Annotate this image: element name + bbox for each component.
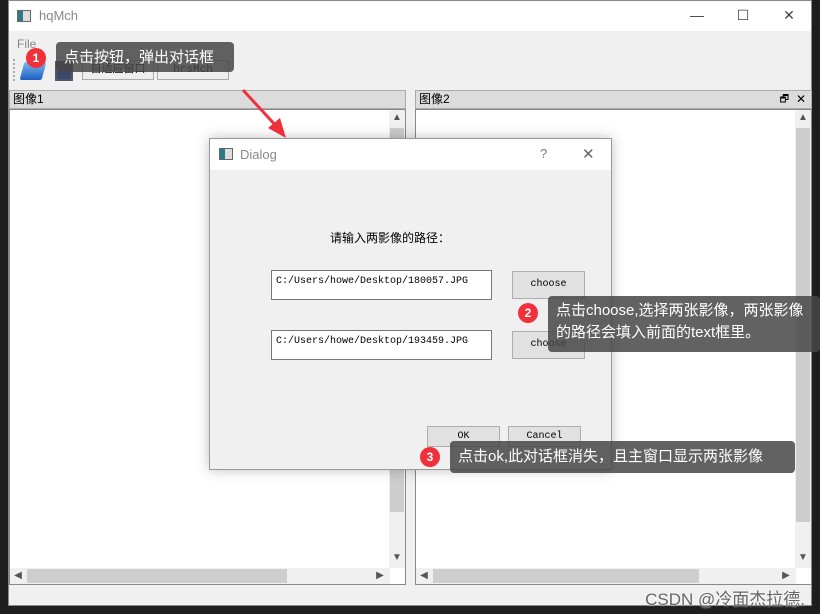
arrow-line: [241, 88, 280, 130]
step-badge-2: 2: [518, 303, 538, 323]
step-badge-3: 3: [420, 447, 440, 467]
callout-2: 点击choose,选择两张影像，两张影像的路径会填入前面的text框里。: [548, 296, 820, 352]
step-badge-1: 1: [26, 48, 46, 68]
callout-1: 点击按钮，弹出对话框: [56, 42, 234, 72]
callout-3: 点击ok,此对话框消失，且主窗口显示两张影像: [450, 441, 795, 473]
